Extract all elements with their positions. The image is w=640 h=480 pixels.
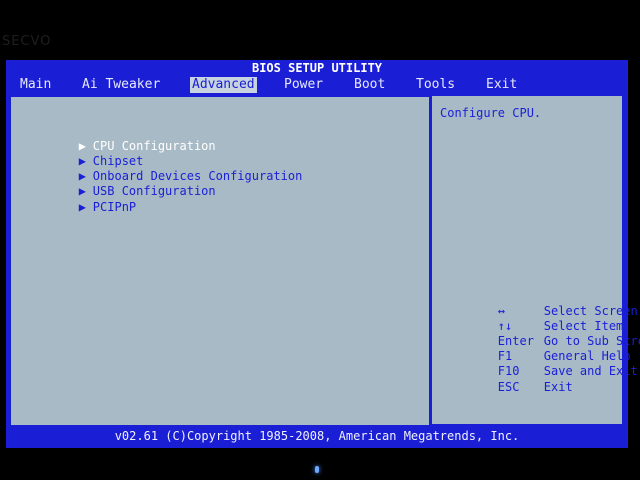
menu-bar: Main Ai Tweaker Advanced Power Boot Tool… — [10, 76, 624, 94]
main-panel: ▶ CPU Configuration ▶ Chipset ▶ Onboard Dev… — [10, 96, 430, 426]
menu-tools[interactable]: Tools — [414, 77, 457, 93]
monitor-screen: SECVO BIOS SETUP UTILITY Main Ai Tweaker… — [0, 0, 640, 480]
help-description: Configure CPU. — [440, 106, 542, 120]
menu-power[interactable]: Power — [282, 77, 325, 93]
submenu-arrow-icon: ▶ — [78, 200, 87, 214]
key-name: ESC — [497, 380, 520, 394]
key-hint-esc: ESC Exit — [440, 366, 573, 408]
entry-pcipnp[interactable]: ▶ PCIPnP — [21, 186, 136, 228]
bios-title: BIOS SETUP UTILITY — [251, 61, 383, 75]
bios-window: BIOS SETUP UTILITY Main Ai Tweaker Advan… — [6, 60, 640, 448]
monitor-logo: SECVO — [2, 34, 52, 49]
menu-exit[interactable]: Exit — [484, 77, 519, 93]
copyright-footer: v02.61 (C)Copyright 1985-2008, American … — [114, 429, 520, 443]
power-led-icon — [315, 466, 319, 473]
menu-advanced[interactable]: Advanced — [190, 77, 257, 93]
menu-ai-tweaker[interactable]: Ai Tweaker — [80, 77, 162, 93]
entry-label: PCIPnP — [92, 200, 137, 214]
menu-main[interactable]: Main — [18, 77, 53, 93]
menu-boot[interactable]: Boot — [352, 77, 387, 93]
help-panel: Configure CPU. ↔ Select Screen ↑↓ Select I… — [432, 96, 640, 424]
key-action: Exit — [543, 380, 573, 394]
